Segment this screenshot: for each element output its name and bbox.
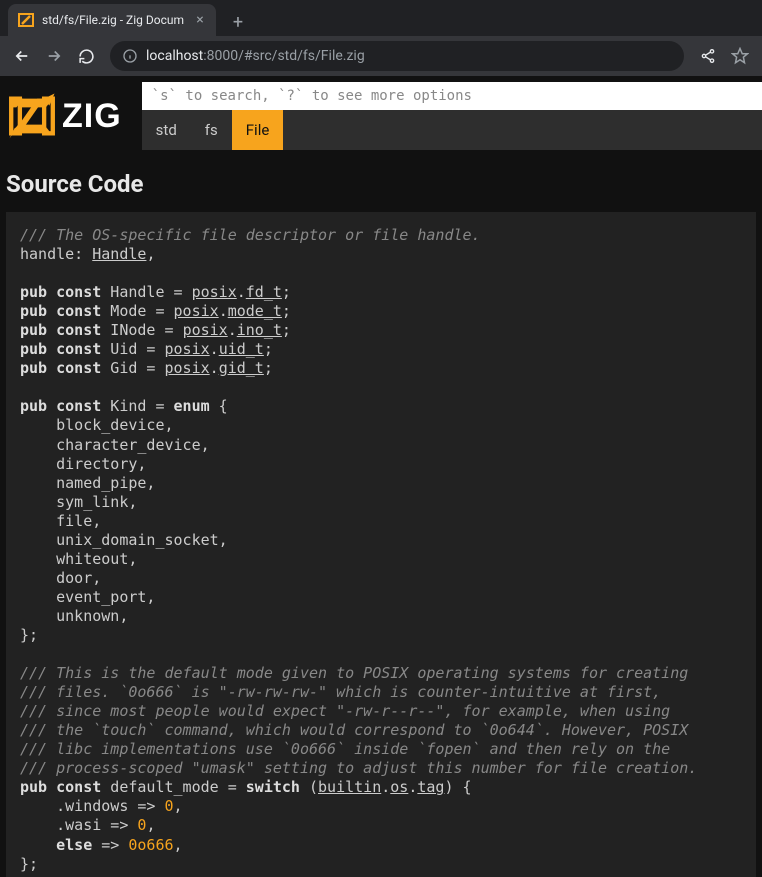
reload-button[interactable] xyxy=(72,42,100,70)
link-posix[interactable]: posix xyxy=(165,359,210,377)
browser-tab[interactable]: std/fs/File.zig - Zig Docum × xyxy=(8,4,216,36)
forward-button[interactable] xyxy=(40,42,68,70)
link-builtin[interactable]: builtin xyxy=(318,778,381,796)
link-uid_t[interactable]: uid_t xyxy=(219,340,264,358)
bookmark-icon[interactable] xyxy=(726,42,754,70)
source-code: /// The OS-specific file descriptor or f… xyxy=(6,212,756,877)
link-gid_t[interactable]: gid_t xyxy=(219,359,264,377)
page-content: ZIG std fs File Source Code /// The OS-s… xyxy=(0,76,762,877)
section-title: Source Code xyxy=(6,170,756,198)
browser-nav-bar: localhost:8000/#src/std/fs/File.zig xyxy=(0,36,762,76)
link-posix[interactable]: posix xyxy=(174,302,219,320)
link-posix[interactable]: posix xyxy=(165,340,210,358)
share-icon[interactable] xyxy=(694,42,722,70)
link-handle[interactable]: Handle xyxy=(92,245,146,263)
zig-logo-icon xyxy=(6,93,58,139)
breadcrumb-std[interactable]: std xyxy=(142,110,191,150)
link-os[interactable]: os xyxy=(390,778,408,796)
search-input[interactable] xyxy=(142,82,762,110)
zig-logo[interactable]: ZIG xyxy=(6,82,122,150)
breadcrumb-file[interactable]: File xyxy=(232,110,284,150)
close-icon[interactable]: × xyxy=(192,12,208,28)
url-bar[interactable]: localhost:8000/#src/std/fs/File.zig xyxy=(110,41,684,71)
link-fd_t[interactable]: fd_t xyxy=(246,283,282,301)
link-tag[interactable]: tag xyxy=(417,778,444,796)
breadcrumb: std fs File xyxy=(142,110,762,150)
tab-title: std/fs/File.zig - Zig Docum xyxy=(42,13,184,27)
breadcrumb-fs[interactable]: fs xyxy=(191,110,232,150)
link-posix[interactable]: posix xyxy=(192,283,237,301)
logo-text: ZIG xyxy=(62,97,122,136)
new-tab-button[interactable]: + xyxy=(224,8,252,36)
browser-tab-bar: std/fs/File.zig - Zig Docum × + xyxy=(0,0,762,36)
site-info-icon[interactable] xyxy=(122,48,138,64)
url-text: localhost:8000/#src/std/fs/File.zig xyxy=(146,48,365,64)
tab-favicon-icon xyxy=(18,12,34,28)
link-ino_t[interactable]: ino_t xyxy=(237,321,282,339)
back-button[interactable] xyxy=(8,42,36,70)
link-posix[interactable]: posix xyxy=(183,321,228,339)
page-header: ZIG std fs File xyxy=(0,76,762,150)
link-mode_t[interactable]: mode_t xyxy=(228,302,282,320)
